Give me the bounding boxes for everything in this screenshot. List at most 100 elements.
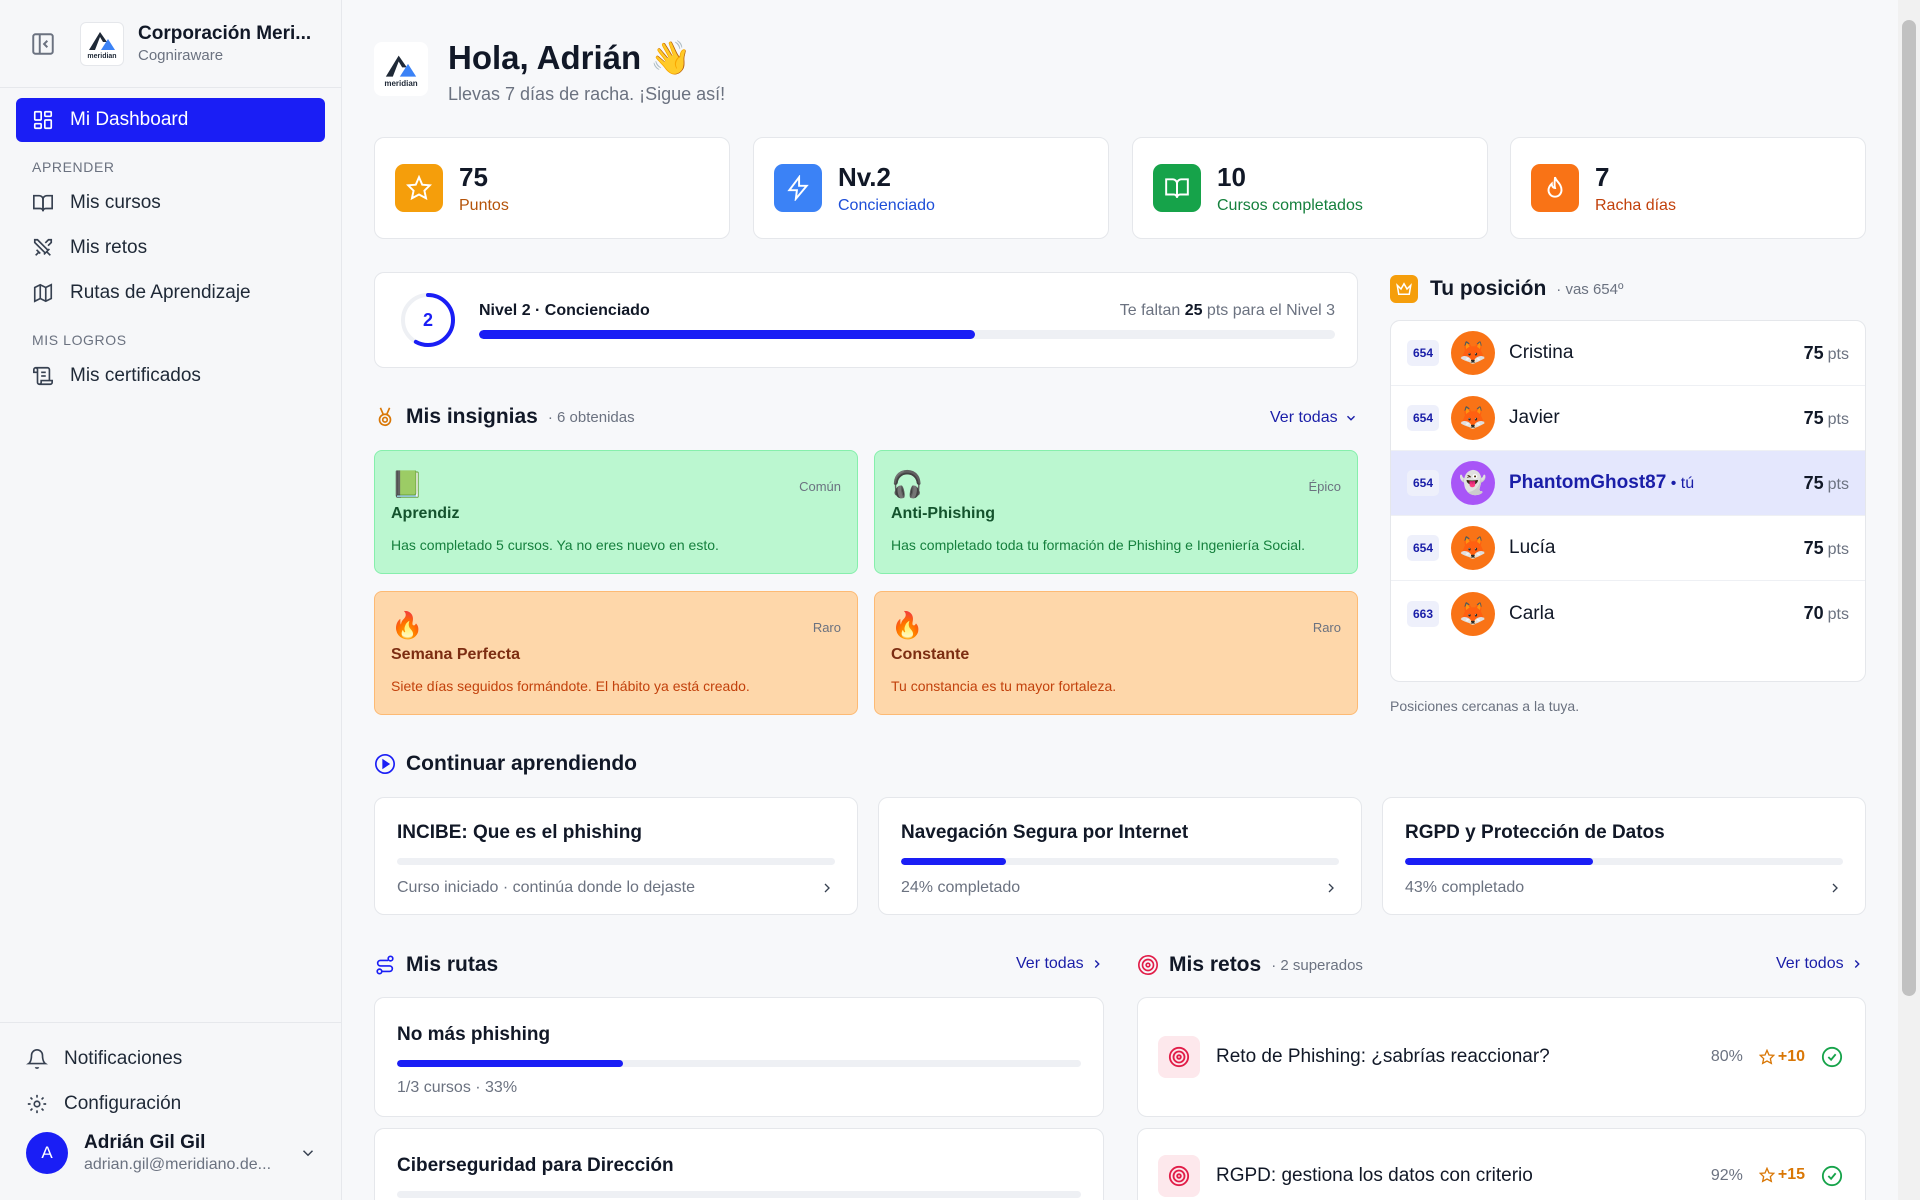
- badge-card[interactable]: 📗 Común Aprendiz Has completado 5 cursos…: [374, 450, 858, 574]
- stat-value: 75: [459, 161, 488, 192]
- target-icon-bg: [1158, 1036, 1200, 1078]
- ranking-footer: Posiciones cercanas a la tuya.: [1390, 698, 1580, 714]
- sidebar-item-paths[interactable]: Rutas de Aprendizaje: [16, 271, 325, 315]
- stat-label: Cursos completados: [1217, 196, 1363, 214]
- rank-position: 663: [1407, 600, 1439, 627]
- sidebar-item-challenges[interactable]: Mis retos: [16, 226, 325, 270]
- sidebar-collapse-icon[interactable]: [30, 31, 56, 57]
- badge-card[interactable]: 🔥 Raro Constante Tu constancia es tu may…: [874, 591, 1358, 715]
- rank-position: 654: [1407, 340, 1439, 366]
- badge-rarity: Raro: [1312, 620, 1341, 635]
- rank-position: 654: [1407, 470, 1439, 496]
- book-open-icon: [1165, 178, 1189, 198]
- level-remaining: Te faltan 25 pts para el Nivel 3: [1119, 301, 1335, 319]
- course-progress-bar: [1405, 858, 1843, 865]
- user-menu[interactable]: A Adrián Gil Gil adrian.gil@meridiano.de…: [16, 1132, 331, 1174]
- route-progress-bar: [397, 1060, 1081, 1067]
- course-name: RGPD y Protección de Datos: [1405, 822, 1665, 843]
- user-email: adrian.gil@meridiano.de...: [84, 1156, 272, 1173]
- badge-name: Constante: [891, 646, 970, 663]
- check-circle-icon: [1821, 1046, 1843, 1068]
- hacker-icon: 🎧: [891, 469, 924, 499]
- star-icon: [1758, 1167, 1775, 1183]
- challenge-name: Reto de Phishing: ¿sabrías reaccionar?: [1216, 1046, 1550, 1067]
- check-circle-icon: [1821, 1165, 1843, 1187]
- progress-fill: [901, 858, 1007, 865]
- target-icon: [1168, 1165, 1190, 1187]
- progress-fill: [1405, 858, 1594, 865]
- stat-card-points: 75 Puntos: [374, 137, 730, 239]
- stat-value: Nv.2: [838, 161, 891, 192]
- scroll-icon: [33, 366, 53, 386]
- fox-avatar-icon: 🦊: [1451, 526, 1495, 570]
- stat-card-level: Nv.2 Concienciado: [753, 137, 1109, 239]
- sidebar-item-dashboard[interactable]: Mi Dashboard: [16, 98, 325, 142]
- fire-icon: 🔥: [891, 610, 924, 640]
- target-icon-bg: [1158, 1155, 1200, 1197]
- org-logo-text: meridian: [87, 52, 117, 60]
- table-row-current-user[interactable]: 654 👻 PhantomGhost87 • tú 75 pts: [1391, 451, 1865, 516]
- stat-icon-bg: [774, 164, 822, 212]
- level-progress-bar: [479, 329, 1335, 339]
- stat-value: 7: [1595, 161, 1610, 192]
- course-progress-bar: [397, 858, 835, 865]
- badge-desc: Tu constancia es tu mayor fortaleza.: [891, 678, 1117, 694]
- challenge-card[interactable]: Reto de Phishing: ¿sabrías reaccionar? 8…: [1137, 997, 1866, 1117]
- badge-card[interactable]: 🔥 Raro Semana Perfecta Siete días seguid…: [374, 591, 858, 715]
- challenge-score: 80%: [1710, 1048, 1743, 1065]
- rank-position: 654: [1407, 405, 1439, 431]
- rank-points: 75 pts: [1803, 472, 1849, 493]
- route-card[interactable]: No más phishing 1/3 cursos · 33%: [374, 997, 1104, 1117]
- course-card[interactable]: Navegación Segura por Internet 24% compl…: [878, 797, 1362, 915]
- target-icon: [1168, 1046, 1190, 1068]
- gear-icon: [27, 1094, 47, 1114]
- sidebar: meridian Corporación Meri... Cogniraware…: [0, 0, 342, 1200]
- challenge-card[interactable]: RGPD: gestiona los datos con criterio 92…: [1137, 1128, 1866, 1200]
- ranking-position: · vas 654º: [1556, 280, 1624, 298]
- route-name: No más phishing: [397, 1024, 551, 1045]
- page-subtitle: Llevas 7 días de racha. ¡Sigue así!: [448, 83, 726, 104]
- course-card[interactable]: INCIBE: Que es el phishing Curso iniciad…: [374, 797, 858, 915]
- sidebar-item-settings[interactable]: Configuración: [16, 1082, 331, 1126]
- table-row[interactable]: 654 🦊 Javier 75 pts: [1391, 386, 1865, 451]
- badges-see-all-link[interactable]: Ver todas: [1270, 409, 1358, 427]
- table-row[interactable]: 654 🦊 Cristina 75 pts: [1391, 321, 1865, 386]
- route-progress-bar: [397, 1191, 1081, 1198]
- sidebar-item-notifications[interactable]: Notificaciones: [16, 1037, 331, 1081]
- chevron-right-icon: [1094, 960, 1100, 968]
- course-name: INCIBE: Que es el phishing: [397, 822, 642, 843]
- chevron-down-icon[interactable]: [299, 1144, 317, 1162]
- rank-name: Lucía: [1509, 537, 1556, 558]
- scrollbar-thumb[interactable]: [1902, 20, 1916, 996]
- progress-fill: [397, 1060, 623, 1067]
- table-row[interactable]: 663 🦊 Carla 70 pts: [1391, 581, 1865, 646]
- scrollbar[interactable]: [1898, 0, 1920, 1200]
- org-name[interactable]: Corporación Meri...: [138, 23, 311, 45]
- course-status: 24% completado: [901, 879, 1021, 896]
- route-name: Ciberseguridad para Dirección: [397, 1155, 674, 1176]
- continue-section-title: Continuar aprendiendo: [374, 752, 637, 776]
- routes-see-all-link[interactable]: Ver todas: [1016, 955, 1104, 973]
- challenges-see-all-link[interactable]: Ver todos: [1776, 955, 1864, 973]
- ghost-avatar-icon: 👻: [1451, 461, 1495, 505]
- chevron-right-icon: [824, 883, 830, 893]
- rank-points: 75 pts: [1803, 537, 1849, 558]
- avatar: A: [26, 1132, 68, 1174]
- sidebar-item-label: Mis certificados: [70, 365, 201, 386]
- sidebar-item-certificates[interactable]: Mis certificados: [16, 354, 325, 398]
- challenge-score: 92%: [1710, 1167, 1743, 1184]
- table-row[interactable]: 654 🦊 Lucía 75 pts: [1391, 516, 1865, 581]
- level-number: 2: [422, 309, 433, 330]
- route-card[interactable]: Ciberseguridad para Dirección: [374, 1128, 1104, 1200]
- route-status: 1/3 cursos · 33%: [397, 1079, 518, 1096]
- nav-section-achievements: MIS LOGROS: [32, 332, 127, 348]
- org-logo-text: meridian: [384, 78, 418, 88]
- stat-card-streak: 7 Racha días: [1510, 137, 1866, 239]
- course-card[interactable]: RGPD y Protección de Datos 43% completad…: [1382, 797, 1866, 915]
- sidebar-item-courses[interactable]: Mis cursos: [16, 181, 325, 225]
- green-book-icon: 📗: [391, 469, 424, 499]
- badge-name: Semana Perfecta: [391, 646, 520, 663]
- flame-icon: [1547, 176, 1563, 198]
- challenges-section-title: Mis retos · 2 superados: [1137, 953, 1363, 977]
- badge-card[interactable]: 🎧 Épico Anti-Phishing Has completado tod…: [874, 450, 1358, 574]
